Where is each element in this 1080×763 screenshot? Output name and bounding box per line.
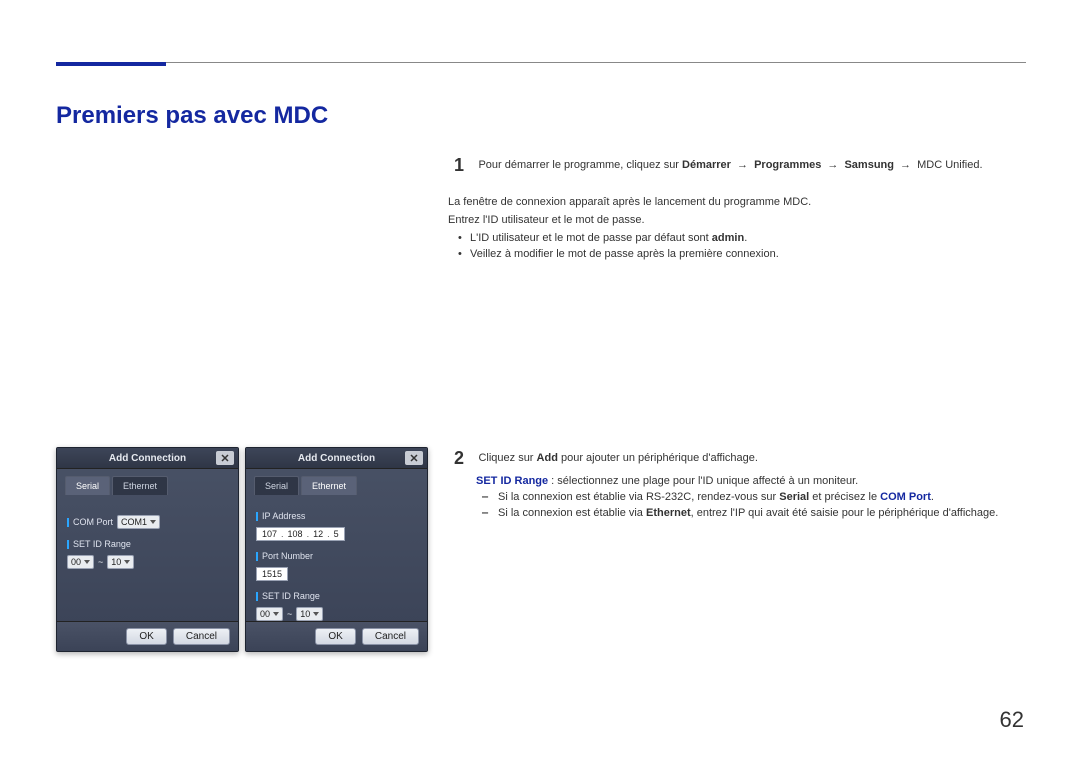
bullet-text: Veillez à modifier le mot de passe après…: [470, 248, 779, 260]
step-1-lead: Pour démarrer le programme, cliquez sur: [478, 159, 682, 171]
com-port-value: COM1: [121, 517, 147, 527]
range-to-value: 10: [111, 557, 121, 567]
dash-text: .: [931, 491, 934, 503]
set-id-range-line: SET ID Range : sélectionnez une plage po…: [454, 475, 1014, 487]
enter-credentials-text: Entrez l'ID utilisateur et le mot de pas…: [448, 214, 1008, 226]
ethernet-bold: Ethernet: [646, 507, 691, 519]
port-number-label: Port Number: [256, 551, 417, 561]
ip-octet: 12: [313, 529, 323, 539]
step-2-lead: Cliquez sur: [478, 452, 536, 464]
tilde: ~: [287, 609, 292, 619]
path-programmes: Programmes: [754, 159, 821, 171]
range-to-select[interactable]: 10: [107, 555, 134, 569]
close-icon[interactable]: [405, 451, 423, 465]
path-samsung: Samsung: [844, 159, 894, 171]
tab-serial[interactable]: Serial: [254, 476, 299, 495]
range-to-select[interactable]: 10: [296, 607, 323, 621]
step-2-lead: pour ajouter un périphérique d'affichage…: [558, 452, 758, 464]
com-port-label: COM Port: [67, 517, 113, 527]
ip-octet: 107: [262, 529, 277, 539]
ip-address-input[interactable]: 107. 108. 12. 5: [256, 527, 345, 541]
dialog-title-text: Add Connection: [298, 453, 375, 464]
set-id-range-colored: SET ID Range: [476, 475, 548, 487]
add-bold: Add: [537, 452, 558, 464]
add-connection-dialog-serial: Add Connection Serial Ethernet COM Port …: [56, 447, 239, 652]
set-id-range-label: SET ID Range: [256, 591, 417, 601]
step-2: 2 Cliquez sur Add pour ajouter un périph…: [454, 448, 1014, 519]
dialog-title: Add Connection: [57, 448, 238, 469]
dash-text: , entrez l'IP qui avait été saisie pour …: [691, 507, 999, 519]
com-port-select[interactable]: COM1: [117, 515, 160, 529]
chevron-down-icon: [124, 560, 130, 564]
arrow-icon: →: [897, 159, 914, 171]
step-1: 1 Pour démarrer le programme, cliquez su…: [454, 155, 1014, 176]
ok-button[interactable]: OK: [315, 628, 355, 645]
step-1-body: La fenêtre de connexion apparaît après l…: [448, 190, 1008, 260]
bullet-bold: admin: [712, 232, 744, 244]
ip-octet: 5: [334, 529, 339, 539]
path-mdc: MDC Unified: [917, 159, 979, 171]
step-1-text: Pour démarrer le programme, cliquez sur …: [478, 159, 982, 171]
dialog-screenshots: Add Connection Serial Ethernet COM Port …: [56, 447, 428, 652]
add-connection-dialog-ethernet: Add Connection Serial Ethernet IP Addres…: [245, 447, 428, 652]
chevron-down-icon: [273, 612, 279, 616]
set-id-range-text: : sélectionnez une plage pour l'ID uniqu…: [548, 475, 858, 487]
step-2-text: Cliquez sur Add pour ajouter un périphér…: [478, 452, 758, 464]
range-from-value: 00: [260, 609, 270, 619]
ip-octet: 108: [288, 529, 303, 539]
cancel-button[interactable]: Cancel: [173, 628, 230, 645]
com-port-colored: COM Port: [880, 491, 931, 503]
cancel-button[interactable]: Cancel: [362, 628, 419, 645]
ok-button[interactable]: OK: [126, 628, 166, 645]
dash-text: Si la connexion est établie via: [498, 507, 646, 519]
dash-text: et précisez le: [809, 491, 880, 503]
chevron-down-icon: [84, 560, 90, 564]
chevron-down-icon: [150, 520, 156, 524]
bullet-text: .: [744, 232, 747, 244]
ip-address-label: IP Address: [256, 511, 417, 521]
dialog-title: Add Connection: [246, 448, 427, 469]
range-from-value: 00: [71, 557, 81, 567]
dialog-title-text: Add Connection: [109, 453, 186, 464]
arrow-icon: →: [734, 159, 751, 171]
login-window-text: La fenêtre de connexion apparaît après l…: [448, 196, 1008, 208]
header-rule: [56, 62, 1026, 63]
dash-text: Si la connexion est établie via RS-232C,…: [498, 491, 779, 503]
chevron-down-icon: [313, 612, 319, 616]
set-id-range-label: SET ID Range: [67, 539, 228, 549]
range-from-select[interactable]: 00: [67, 555, 94, 569]
step-2-number: 2: [454, 448, 474, 469]
tab-serial[interactable]: Serial: [65, 476, 110, 495]
dash-ethernet: Si la connexion est établie via Ethernet…: [476, 507, 1014, 519]
range-from-select[interactable]: 00: [256, 607, 283, 621]
serial-bold: Serial: [779, 491, 809, 503]
port-number-input[interactable]: 1515: [256, 567, 288, 581]
bullet-default-admin: L'ID utilisateur et le mot de passe par …: [448, 232, 1008, 244]
dash-serial: Si la connexion est établie via RS-232C,…: [476, 491, 1014, 503]
range-to-value: 10: [300, 609, 310, 619]
page-number: 62: [1000, 707, 1024, 733]
step-1-number: 1: [454, 155, 474, 176]
tilde: ~: [98, 557, 103, 567]
tab-ethernet[interactable]: Ethernet: [301, 476, 357, 495]
bullet-text: L'ID utilisateur et le mot de passe par …: [470, 232, 712, 244]
tab-ethernet[interactable]: Ethernet: [112, 476, 168, 495]
bullet-change-password: Veillez à modifier le mot de passe après…: [448, 248, 1008, 260]
path-demarrer: Démarrer: [682, 159, 731, 171]
arrow-icon: →: [824, 159, 841, 171]
close-icon[interactable]: [216, 451, 234, 465]
page-title: Premiers pas avec MDC: [56, 102, 328, 130]
header-accent: [56, 62, 166, 66]
